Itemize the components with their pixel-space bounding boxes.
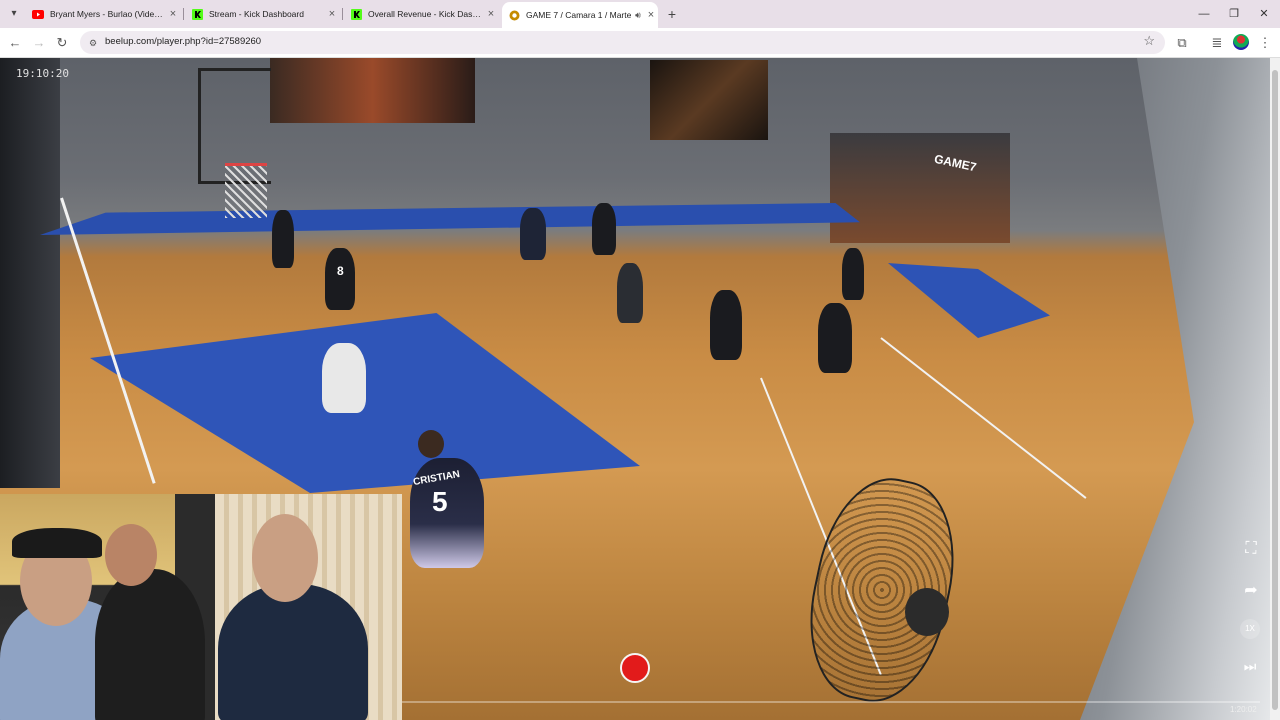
youtube-icon bbox=[32, 8, 44, 20]
back-button[interactable]: ← bbox=[6, 34, 24, 52]
player bbox=[842, 248, 864, 300]
court-baseline-blue bbox=[40, 203, 860, 235]
tab-game7-camera[interactable]: GAME 7 / Camara 1 / Marte 🔊︎ × bbox=[502, 2, 658, 28]
player bbox=[322, 343, 366, 413]
menu-button[interactable]: ⋮ bbox=[1256, 34, 1274, 52]
close-icon[interactable]: × bbox=[644, 9, 658, 21]
player-head bbox=[418, 430, 444, 458]
record-button[interactable] bbox=[620, 653, 650, 683]
speaker-icon[interactable]: 🔊︎ bbox=[632, 10, 644, 21]
arrow-left-icon: ← bbox=[8, 35, 22, 50]
tab-label: Stream - Kick Dashboard bbox=[209, 9, 304, 19]
tab-label: GAME 7 / Camara 1 / Marte bbox=[526, 10, 632, 20]
share-button[interactable]: ➦ bbox=[1240, 580, 1262, 600]
streamer-middle bbox=[95, 569, 205, 720]
hoop-net bbox=[225, 163, 267, 218]
skip-forward-button[interactable]: ⏭ bbox=[1238, 658, 1262, 678]
player bbox=[520, 208, 546, 260]
media-button[interactable]: ≣ bbox=[1208, 34, 1226, 52]
kick-icon bbox=[191, 8, 203, 20]
cap bbox=[12, 528, 102, 558]
close-icon[interactable]: × bbox=[166, 8, 180, 20]
tab-search-button[interactable]: ▾ bbox=[4, 6, 24, 22]
tab-strip: ▾ Bryant Myers - Burlao (Video O × Strea… bbox=[0, 0, 1280, 28]
tab-youtube[interactable]: Bryant Myers - Burlao (Video O × bbox=[26, 4, 180, 24]
plus-icon: + bbox=[667, 6, 677, 22]
fast-forward-icon: ⏭ bbox=[1243, 658, 1257, 674]
floor-fan bbox=[793, 466, 971, 714]
reload-icon: ↻ bbox=[56, 35, 68, 50]
close-icon: ✕ bbox=[1259, 8, 1269, 20]
webcam-overlay bbox=[0, 494, 402, 720]
close-window-button[interactable]: ✕ bbox=[1254, 6, 1274, 22]
bar-area bbox=[830, 133, 1010, 243]
progress-bar[interactable] bbox=[402, 701, 1260, 703]
star-icon[interactable]: ☆ bbox=[1143, 33, 1155, 49]
speed-button[interactable]: 1X bbox=[1240, 619, 1260, 639]
chevron-down-icon: ▾ bbox=[11, 8, 17, 19]
forward-button[interactable]: → bbox=[30, 34, 48, 52]
player bbox=[710, 290, 742, 360]
close-icon[interactable]: × bbox=[325, 8, 339, 20]
new-tab-button[interactable]: + bbox=[664, 6, 680, 22]
tab-label: Bryant Myers - Burlao (Video O bbox=[50, 9, 166, 19]
gym-wall-right bbox=[1080, 58, 1270, 720]
player-number: 8 bbox=[337, 264, 344, 278]
court-line bbox=[60, 197, 156, 484]
site-info-icon[interactable]: ⚙ bbox=[86, 36, 100, 50]
kick-icon bbox=[350, 8, 362, 20]
media-icon: ≣ bbox=[1211, 35, 1223, 50]
court-line bbox=[880, 337, 1087, 499]
fullscreen-button[interactable]: ⛶ bbox=[1241, 540, 1261, 560]
reload-button[interactable]: ↻ bbox=[53, 34, 71, 52]
extensions-button[interactable]: ⧉ bbox=[1173, 34, 1191, 52]
restore-icon: ❐ bbox=[1229, 8, 1239, 20]
restore-button[interactable]: ❐ bbox=[1224, 6, 1244, 22]
beelup-icon bbox=[508, 9, 520, 21]
jersey-number: 5 bbox=[432, 486, 448, 517]
tab-separator bbox=[183, 8, 184, 20]
url-text: beelup.com/player.php?id=27589260 bbox=[105, 36, 262, 47]
address-bar[interactable]: ⚙ beelup.com/player.php?id=27589260 ☆ bbox=[80, 31, 1165, 54]
kebab-menu-icon: ⋮ bbox=[1258, 35, 1272, 50]
page-scrollbar[interactable] bbox=[1270, 58, 1280, 720]
court-key-right bbox=[888, 263, 1050, 338]
arrow-right-icon: → bbox=[32, 35, 46, 50]
basketball-banner bbox=[270, 58, 475, 123]
tab-separator bbox=[342, 8, 343, 20]
player bbox=[325, 248, 355, 310]
browser-toolbar: ← → ↻ ⚙ beelup.com/player.php?id=2758926… bbox=[0, 28, 1280, 58]
fullscreen-icon: ⛶ bbox=[1245, 540, 1257, 557]
minimize-icon: — bbox=[1198, 8, 1210, 20]
fan-motor bbox=[905, 588, 949, 636]
guest-face bbox=[252, 514, 318, 602]
player bbox=[272, 210, 294, 268]
player bbox=[617, 263, 643, 323]
streamer-right bbox=[218, 584, 368, 720]
video-timestamp: 19:10:20 bbox=[16, 67, 69, 80]
puzzle-icon: ⧉ bbox=[1177, 35, 1187, 50]
tab-kick-stream[interactable]: Stream - Kick Dashboard × bbox=[185, 4, 339, 24]
tab-label: Overall Revenue - Kick Dashbo bbox=[368, 9, 484, 19]
guest-face bbox=[105, 524, 157, 586]
tab-kick-revenue[interactable]: Overall Revenue - Kick Dashbo × bbox=[344, 4, 498, 24]
video-duration: 1:20:02 bbox=[1230, 705, 1257, 714]
wall-poster bbox=[650, 60, 768, 140]
share-arrow-icon: ➦ bbox=[1244, 582, 1258, 599]
gym-wall-left bbox=[0, 58, 60, 488]
speed-label: 1X bbox=[1245, 624, 1255, 633]
avatar[interactable] bbox=[1233, 34, 1249, 50]
minimize-button[interactable]: — bbox=[1194, 6, 1214, 22]
player bbox=[818, 303, 852, 373]
close-icon[interactable]: × bbox=[484, 8, 498, 20]
player bbox=[592, 203, 616, 255]
scrollbar-thumb[interactable] bbox=[1272, 70, 1278, 710]
